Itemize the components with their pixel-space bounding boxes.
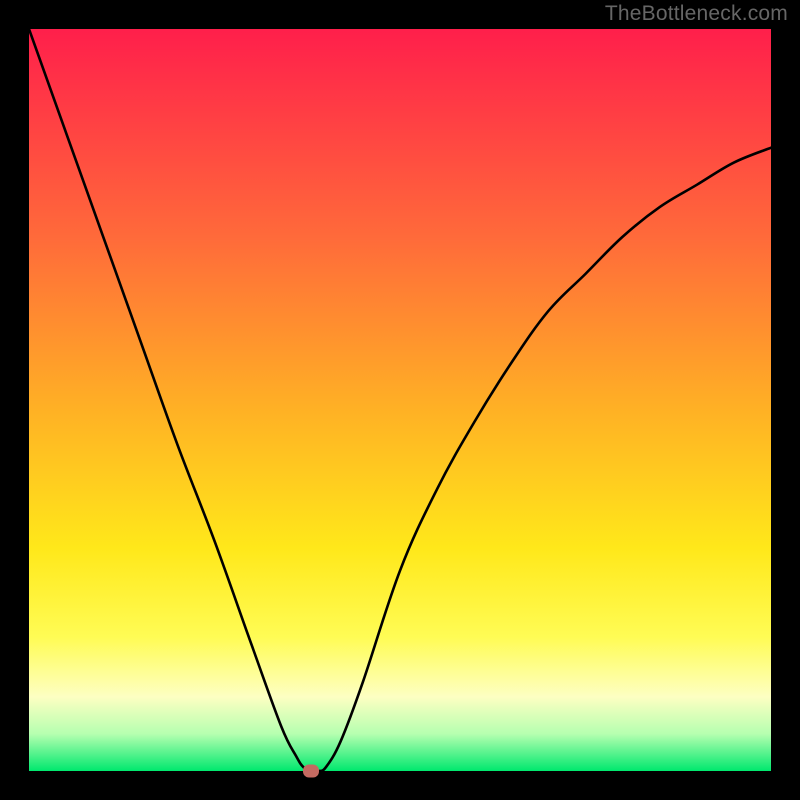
chart-frame: TheBottleneck.com [0,0,800,800]
optimum-marker [303,765,319,778]
curve-svg [29,29,771,771]
plot-area [29,29,771,771]
attribution-text: TheBottleneck.com [605,2,788,26]
bottleneck-curve-path [29,29,771,771]
